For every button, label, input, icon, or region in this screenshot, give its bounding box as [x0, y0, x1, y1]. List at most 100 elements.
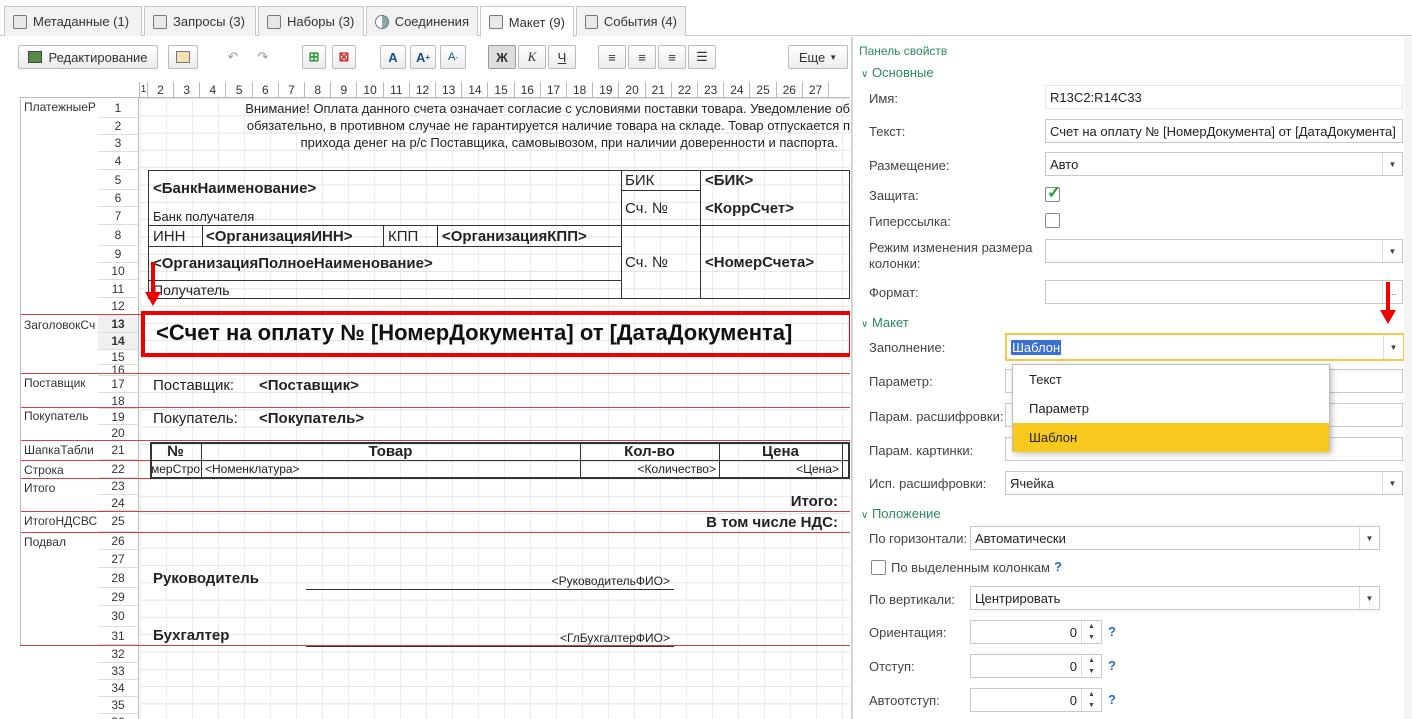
column-header[interactable]: 14: [462, 82, 489, 98]
kpp-value[interactable]: <ОрганизацияКПП>: [442, 228, 587, 245]
cell-props-button[interactable]: [168, 45, 198, 69]
column-header[interactable]: 6: [253, 82, 279, 98]
column-header[interactable]: 25: [751, 82, 777, 98]
hyperlink-checkbox[interactable]: [1045, 213, 1060, 228]
row-header[interactable]: 9: [98, 246, 139, 263]
supplier-value[interactable]: <Поставщик>: [259, 377, 359, 394]
column-header[interactable]: 2: [148, 82, 174, 98]
column-header[interactable]: 8: [305, 82, 332, 98]
row-header[interactable]: 6: [98, 190, 139, 207]
group-line[interactable]: Строка: [20, 463, 98, 477]
row-header[interactable]: 34: [98, 680, 139, 697]
th-goods[interactable]: Товар: [201, 443, 580, 460]
group-supplier[interactable]: Поставщик: [20, 376, 98, 390]
align-right-button[interactable]: ≡: [658, 45, 686, 69]
row-header[interactable]: 28: [98, 568, 139, 588]
corr-acc-value[interactable]: <КоррСчет>: [705, 200, 794, 217]
help-icon[interactable]: ?: [1108, 692, 1116, 707]
row-header[interactable]: 7: [98, 207, 139, 225]
group-total[interactable]: Итого: [20, 481, 98, 495]
supplier-label[interactable]: Поставщик:: [153, 377, 234, 394]
row-header[interactable]: 22: [98, 460, 139, 478]
row-header[interactable]: 11: [98, 280, 139, 298]
chevron-down-icon[interactable]: ▼: [1383, 335, 1403, 359]
row-header[interactable]: 5: [98, 170, 139, 190]
autoindent-spinner[interactable]: 0 ▲ ▼: [970, 688, 1102, 712]
row-header[interactable]: 4: [98, 152, 139, 170]
kpp-label[interactable]: КПП: [388, 228, 418, 245]
row-header[interactable]: 24: [98, 495, 139, 511]
invoice-title-cell[interactable]: <Счет на оплату № [НомерДокумента] от [Д…: [156, 320, 792, 346]
column-header[interactable]: 3: [174, 82, 201, 98]
row-header[interactable]: 20: [98, 425, 139, 441]
accountant-value[interactable]: <ГлБухгалтерФИО>: [420, 631, 670, 645]
spinner-arrows-icon[interactable]: ▲ ▼: [1081, 689, 1101, 711]
indent-spinner[interactable]: 0 ▲ ▼: [970, 654, 1102, 678]
director-value[interactable]: <РуководительФИО>: [420, 574, 670, 588]
th-num[interactable]: №: [150, 443, 201, 460]
recipient-label[interactable]: Получатель: [153, 282, 230, 298]
ellipsis-icon[interactable]: …: [1382, 281, 1402, 303]
row-header[interactable]: 35: [98, 697, 139, 714]
undo-button[interactable]: ↶: [218, 45, 248, 69]
help-icon[interactable]: ?: [1108, 658, 1116, 673]
row-header[interactable]: 10: [98, 263, 139, 280]
column-header[interactable]: 7: [279, 82, 305, 98]
column-header[interactable]: 16: [515, 82, 541, 98]
chevron-down-icon[interactable]: ▼: [1382, 153, 1402, 175]
org-name-cell[interactable]: <ОрганизацияПолноеНаименование>: [153, 255, 433, 272]
section-position[interactable]: ∨ Положение: [861, 506, 941, 521]
row-header[interactable]: 2: [98, 118, 139, 135]
column-header[interactable]: 10: [358, 82, 384, 98]
column-header[interactable]: 26: [777, 82, 803, 98]
help-icon[interactable]: ?: [1054, 559, 1062, 574]
chevron-down-icon[interactable]: ▼: [1359, 527, 1379, 549]
fill-option-text[interactable]: Текст: [1013, 365, 1329, 394]
selected-cols-checkbox[interactable]: [871, 560, 886, 575]
bik-value[interactable]: <БИК>: [705, 172, 753, 189]
inn-value[interactable]: <ОрганизацияИНН>: [206, 228, 352, 245]
account-label[interactable]: Сч. №: [625, 254, 668, 271]
column-header[interactable]: 17: [541, 82, 567, 98]
section-main[interactable]: ∨ Основные: [861, 65, 934, 80]
row-header[interactable]: 26: [98, 532, 139, 550]
inn-label[interactable]: ИНН: [153, 228, 185, 245]
column-header[interactable]: 21: [646, 82, 672, 98]
bold-button[interactable]: Ж: [488, 45, 516, 69]
row-header[interactable]: 23: [98, 478, 139, 495]
chevron-down-icon[interactable]: ▼: [1382, 240, 1402, 262]
tab-events[interactable]: События (4): [576, 6, 686, 36]
th-price[interactable]: Цена: [719, 443, 842, 460]
row-header[interactable]: 16: [98, 364, 139, 376]
group-vat-total[interactable]: ИтогоНДСВС: [20, 514, 98, 528]
row-header[interactable]: 27: [98, 550, 139, 568]
spreadsheet-layout[interactable]: 1 2 3 4 5 6 7 8 9 10 11 12 13 14 15 16 17 18 19 20 21 22 23 24 2…: [20, 82, 850, 719]
column-header[interactable]: 20: [620, 82, 646, 98]
account-value[interactable]: <НомерСчета>: [705, 254, 814, 271]
column-header[interactable]: 15: [489, 82, 515, 98]
spinner-arrows-icon[interactable]: ▲ ▼: [1081, 655, 1101, 677]
chevron-down-icon[interactable]: ▼: [1359, 587, 1379, 609]
row-header[interactable]: 25: [98, 511, 139, 532]
underline-button[interactable]: Ч: [548, 45, 576, 69]
column-header[interactable]: 1: [140, 82, 148, 98]
group-buyer[interactable]: Покупатель: [20, 409, 98, 423]
column-header[interactable]: 27: [803, 82, 829, 98]
notice-line-2[interactable]: обязательно, в противном случае не гаран…: [150, 118, 850, 133]
vat-label[interactable]: В том числе НДС:: [580, 514, 838, 531]
section-layout[interactable]: ∨ Макет: [861, 315, 909, 330]
tab-layout[interactable]: Макет (9): [480, 6, 574, 37]
column-header[interactable]: 23: [698, 82, 725, 98]
fill-select[interactable]: Шаблон ▼: [1005, 333, 1405, 361]
group-header[interactable]: ЗаголовокСч: [20, 318, 98, 332]
spinner-arrows-icon[interactable]: ▲ ▼: [1081, 621, 1101, 643]
column-header[interactable]: 22: [672, 82, 698, 98]
panel-scrollbar[interactable]: [1404, 37, 1412, 719]
align-justify-button[interactable]: ☰: [688, 45, 716, 69]
row-header[interactable]: 19: [98, 409, 139, 425]
column-header[interactable]: 4: [200, 82, 227, 98]
td-num[interactable]: мерСтро: [151, 462, 201, 476]
delete-row-button[interactable]: ⊠: [332, 45, 356, 69]
font-decrease-button[interactable]: A-: [440, 45, 466, 69]
notice-line-1[interactable]: Внимание! Оплата данного счета означает …: [150, 101, 850, 116]
